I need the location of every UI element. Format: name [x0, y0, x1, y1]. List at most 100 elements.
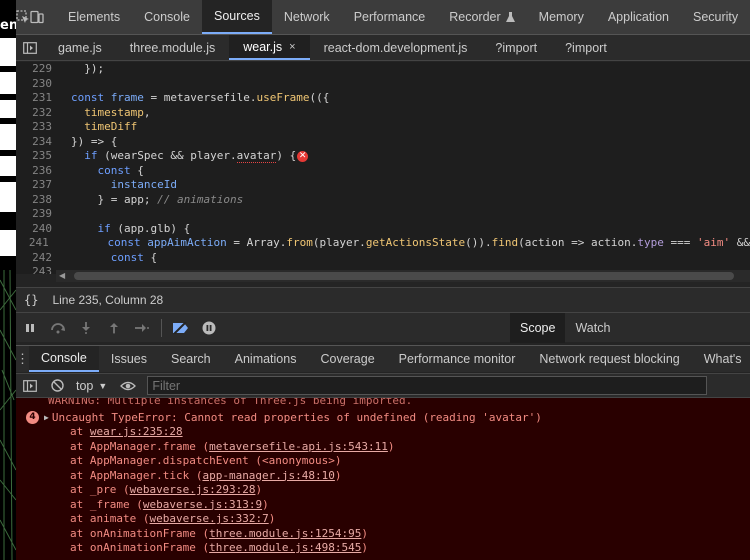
deactivate-breakpoints-icon[interactable]: [167, 313, 195, 343]
line-number[interactable]: 240: [16, 222, 56, 237]
stack-frame: at animate (webaverse.js:332:7): [16, 512, 750, 527]
source-link[interactable]: app-manager.js:48:10: [202, 469, 334, 482]
function-name: find: [491, 236, 519, 249]
line-number[interactable]: 233: [16, 120, 56, 135]
context-label: top: [76, 378, 94, 393]
line-number[interactable]: 243: [16, 265, 56, 274]
tab-security[interactable]: Security: [681, 0, 750, 34]
source-link[interactable]: webaverse.js:313:9: [143, 498, 262, 511]
code-text: const appAimAction = Array.from(player.g…: [53, 236, 750, 251]
tab-label: Network request blocking: [539, 352, 680, 366]
clear-console-icon[interactable]: [44, 373, 70, 398]
close-icon[interactable]: ×: [289, 41, 295, 53]
scroll-left-icon[interactable]: ◀: [59, 271, 65, 280]
source-link[interactable]: three.module.js:498:545: [209, 541, 361, 554]
console-filter-input[interactable]: [147, 376, 708, 395]
line-number[interactable]: 238: [16, 193, 56, 208]
tab-application[interactable]: Application: [596, 0, 681, 34]
line-number[interactable]: 235: [16, 149, 56, 164]
code-text: (wearSpec && player.: [97, 149, 237, 162]
line-number[interactable]: 229: [16, 62, 56, 77]
console-sidebar-toggle-icon[interactable]: [16, 373, 44, 398]
tab-watch[interactable]: Watch: [565, 313, 620, 343]
code-editor[interactable]: 229 }); 230 231 const frame = metaversefi…: [16, 62, 750, 274]
sidebar-toggle-icon[interactable]: [16, 35, 44, 60]
line-number[interactable]: 242: [16, 251, 56, 266]
keyword: const: [110, 250, 144, 264]
file-tab-game-js[interactable]: game.js: [44, 35, 116, 60]
stack-frame: at onAnimationFrame (three.module.js:498…: [16, 541, 750, 556]
code-text: const frame = metaversefile.useFrame(({: [56, 91, 329, 106]
step-out-icon[interactable]: [100, 313, 128, 343]
line-number[interactable]: 234: [16, 135, 56, 150]
file-tab-label: three.module.js: [129, 40, 216, 55]
file-tab-label: ?import: [565, 40, 607, 55]
drawer-tab-network-request-blocking[interactable]: Network request blocking: [527, 346, 691, 372]
tab-memory[interactable]: Memory: [527, 0, 596, 34]
error-marker-icon[interactable]: ✕: [297, 150, 309, 162]
editor-horizontal-scrollbar[interactable]: ◀: [56, 270, 750, 282]
inspect-icon[interactable]: [16, 0, 30, 34]
stack-text: at animate (: [70, 512, 150, 525]
stack-text: ): [361, 526, 369, 540]
pause-icon[interactable]: [16, 313, 44, 343]
drawer-tab-issues[interactable]: Issues: [99, 346, 159, 372]
keyword: if: [84, 149, 98, 162]
tab-elements[interactable]: Elements: [56, 0, 132, 34]
expand-triangle-icon[interactable]: ▶: [44, 413, 49, 422]
tab-sources[interactable]: Sources: [201, 0, 272, 34]
drawer-tab-whats-new[interactable]: What's: [692, 346, 750, 372]
line-number[interactable]: 241: [16, 236, 53, 251]
source-link[interactable]: webaverse.js:332:7: [149, 512, 268, 525]
step-over-icon[interactable]: [44, 313, 72, 343]
source-link[interactable]: webaverse.js:293:28: [130, 483, 256, 496]
file-tab-wear-js[interactable]: wear.js ×: [229, 35, 310, 60]
tab-network[interactable]: Network: [272, 0, 342, 34]
code-line: 240 if (app.glb) {: [16, 222, 750, 237]
tab-label: Sources: [213, 9, 260, 23]
tab-performance[interactable]: Performance: [342, 0, 438, 34]
source-link[interactable]: three.module.js:1254:95: [209, 527, 361, 540]
eye-icon[interactable]: [113, 373, 143, 398]
file-tab-react-dom-development-js[interactable]: react-dom.development.js: [310, 35, 482, 60]
step-icon[interactable]: [128, 313, 156, 343]
tab-scope[interactable]: Scope: [510, 313, 566, 343]
drawer-tab-animations[interactable]: Animations: [223, 346, 309, 372]
code-text: = Array.: [226, 236, 287, 249]
line-number[interactable]: 232: [16, 106, 56, 121]
tab-label: Issues: [110, 352, 148, 366]
code-line: 231 const frame = metaversefile.useFrame(…: [16, 91, 750, 106]
stack-text: at AppManager.tick (: [70, 468, 203, 482]
function-name: getActionsState: [365, 236, 466, 249]
pretty-print-icon[interactable]: {}: [24, 293, 38, 307]
scrollbar-thumb[interactable]: [74, 272, 734, 280]
file-tab-label: ?import: [495, 40, 538, 55]
drawer-tab-console[interactable]: Console: [29, 346, 99, 372]
line-number[interactable]: 230: [16, 77, 56, 92]
execution-context-select[interactable]: top ▼: [70, 379, 113, 393]
page-block: [0, 182, 16, 212]
source-link[interactable]: metaversefile-api.js:543:11: [209, 440, 388, 453]
variable: appAimAction: [147, 236, 227, 249]
device-toolbar-icon[interactable]: [30, 0, 44, 34]
file-tab-import-1[interactable]: ?import: [481, 35, 551, 60]
tab-recorder[interactable]: Recorder: [437, 0, 526, 34]
line-number[interactable]: 239: [16, 207, 56, 222]
file-tab-three-module-js[interactable]: three.module.js: [116, 35, 229, 60]
code-line: 242 const {: [16, 251, 750, 266]
tab-console[interactable]: Console: [132, 0, 202, 34]
pause-on-exceptions-icon[interactable]: [195, 313, 223, 343]
console-error-message[interactable]: 4 ▶ Uncaught TypeError: Cannot read prop…: [16, 409, 750, 425]
error-token[interactable]: avatar: [236, 149, 277, 163]
punct: =: [143, 91, 164, 104]
line-number[interactable]: 237: [16, 178, 56, 193]
drawer-tab-search[interactable]: Search: [159, 346, 223, 372]
drawer-menu-icon[interactable]: ⋮: [16, 346, 29, 372]
drawer-tab-coverage[interactable]: Coverage: [308, 346, 386, 372]
drawer-tab-performance-monitor[interactable]: Performance monitor: [387, 346, 528, 372]
line-number[interactable]: 236: [16, 164, 56, 179]
file-tab-import-2[interactable]: ?import: [551, 35, 621, 60]
step-into-icon[interactable]: [72, 313, 100, 343]
line-number[interactable]: 231: [16, 91, 56, 106]
source-link[interactable]: wear.js:235:28: [90, 425, 183, 438]
